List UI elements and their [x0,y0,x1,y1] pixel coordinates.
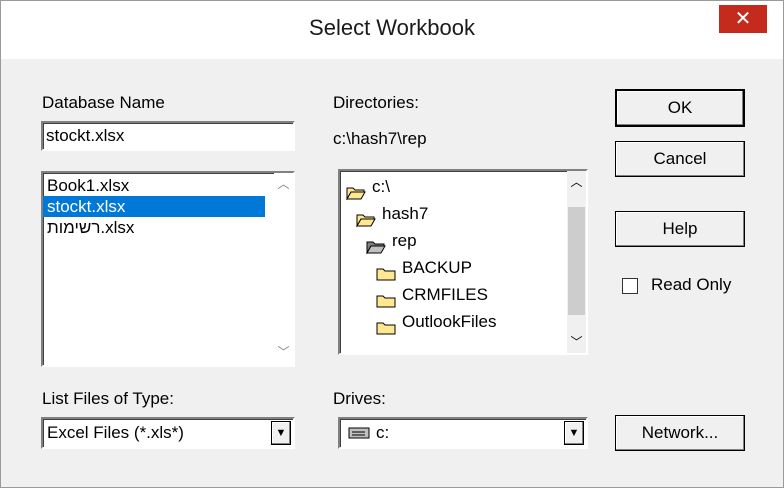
drives-label: Drives: [333,389,386,408]
open-folder-dark-icon [366,235,386,255]
folder-icon [376,262,396,281]
drive-value: c: [376,423,390,442]
dropdown-arrow-icon[interactable]: ▼ [271,421,291,445]
dialog-title: Select Workbook [309,15,475,40]
current-path: c:\hash7\rep [333,129,427,148]
directory-tree[interactable]: c:\ hash7 rep BACKUP CRMFILES OutlookFil… [338,169,588,355]
network-button[interactable]: Network... [615,415,745,451]
database-name-label: Database Name [42,93,165,112]
file-type-dropdown[interactable]: Excel Files (*.xls*) ▼ [41,417,295,449]
file-item-book1[interactable]: Book1.xlsx [43,175,265,196]
file-item-reshimot[interactable]: רשימות.xlsx [43,217,265,238]
database-name-value: stockt.xlsx [46,126,125,145]
scroll-up-icon[interactable]: ︿ [274,175,293,193]
dir-label: c:\ [372,177,390,196]
dialog-body: Database Name stockt.xlsx Book1.xlsx sto… [9,59,775,479]
scroll-down-icon[interactable]: ﹀ [567,333,586,351]
dir-item-c-root[interactable]: c:\ [346,173,558,201]
close-button[interactable]: ✕ [719,5,767,33]
database-name-input[interactable]: stockt.xlsx [41,121,295,151]
file-list-scrollbar[interactable]: ︿ ﹀ [274,173,293,365]
dir-label: BACKUP [402,258,472,277]
scroll-thumb[interactable] [568,207,585,315]
drives-dropdown[interactable]: c: ▼ [338,417,588,449]
drive-icon [348,420,370,448]
directories-label: Directories: [333,93,419,112]
title-bar: Select Workbook ✕ [1,1,783,59]
read-only-label: Read Only [651,275,732,294]
close-icon: ✕ [734,8,752,30]
dir-item-outlookfiles[interactable]: OutlookFiles [346,308,558,335]
file-type-value: Excel Files (*.xls*) [47,423,184,442]
dir-label: OutlookFiles [402,312,497,331]
file-list[interactable]: Book1.xlsx stockt.xlsx רשימות.xlsx ︿ ﹀ [41,171,295,367]
folder-icon [376,316,396,335]
read-only-checkbox[interactable] [622,278,638,294]
file-type-label: List Files of Type: [42,389,174,408]
cancel-button[interactable]: Cancel [615,141,745,177]
scroll-down-icon[interactable]: ﹀ [274,343,293,361]
file-item-stockt[interactable]: stockt.xlsx [43,196,265,217]
dir-item-rep[interactable]: rep [346,227,558,255]
open-folder-icon [356,208,376,228]
dir-item-crmfiles[interactable]: CRMFILES [346,281,558,308]
folder-icon [376,289,396,308]
open-folder-icon [346,181,366,201]
scroll-up-icon[interactable]: ︿ [567,173,586,191]
dir-label: rep [392,231,417,250]
dir-label: hash7 [382,204,429,223]
ok-button[interactable]: OK [615,89,745,127]
dropdown-arrow-icon[interactable]: ▼ [564,421,584,445]
directory-scrollbar[interactable]: ︿ ﹀ [567,171,586,353]
select-workbook-dialog: Select Workbook ✕ Database Name stockt.x… [0,0,784,488]
help-button[interactable]: Help [615,211,745,247]
dir-item-backup[interactable]: BACKUP [346,254,558,281]
dir-item-hash7[interactable]: hash7 [346,200,558,228]
dir-label: CRMFILES [402,285,488,304]
